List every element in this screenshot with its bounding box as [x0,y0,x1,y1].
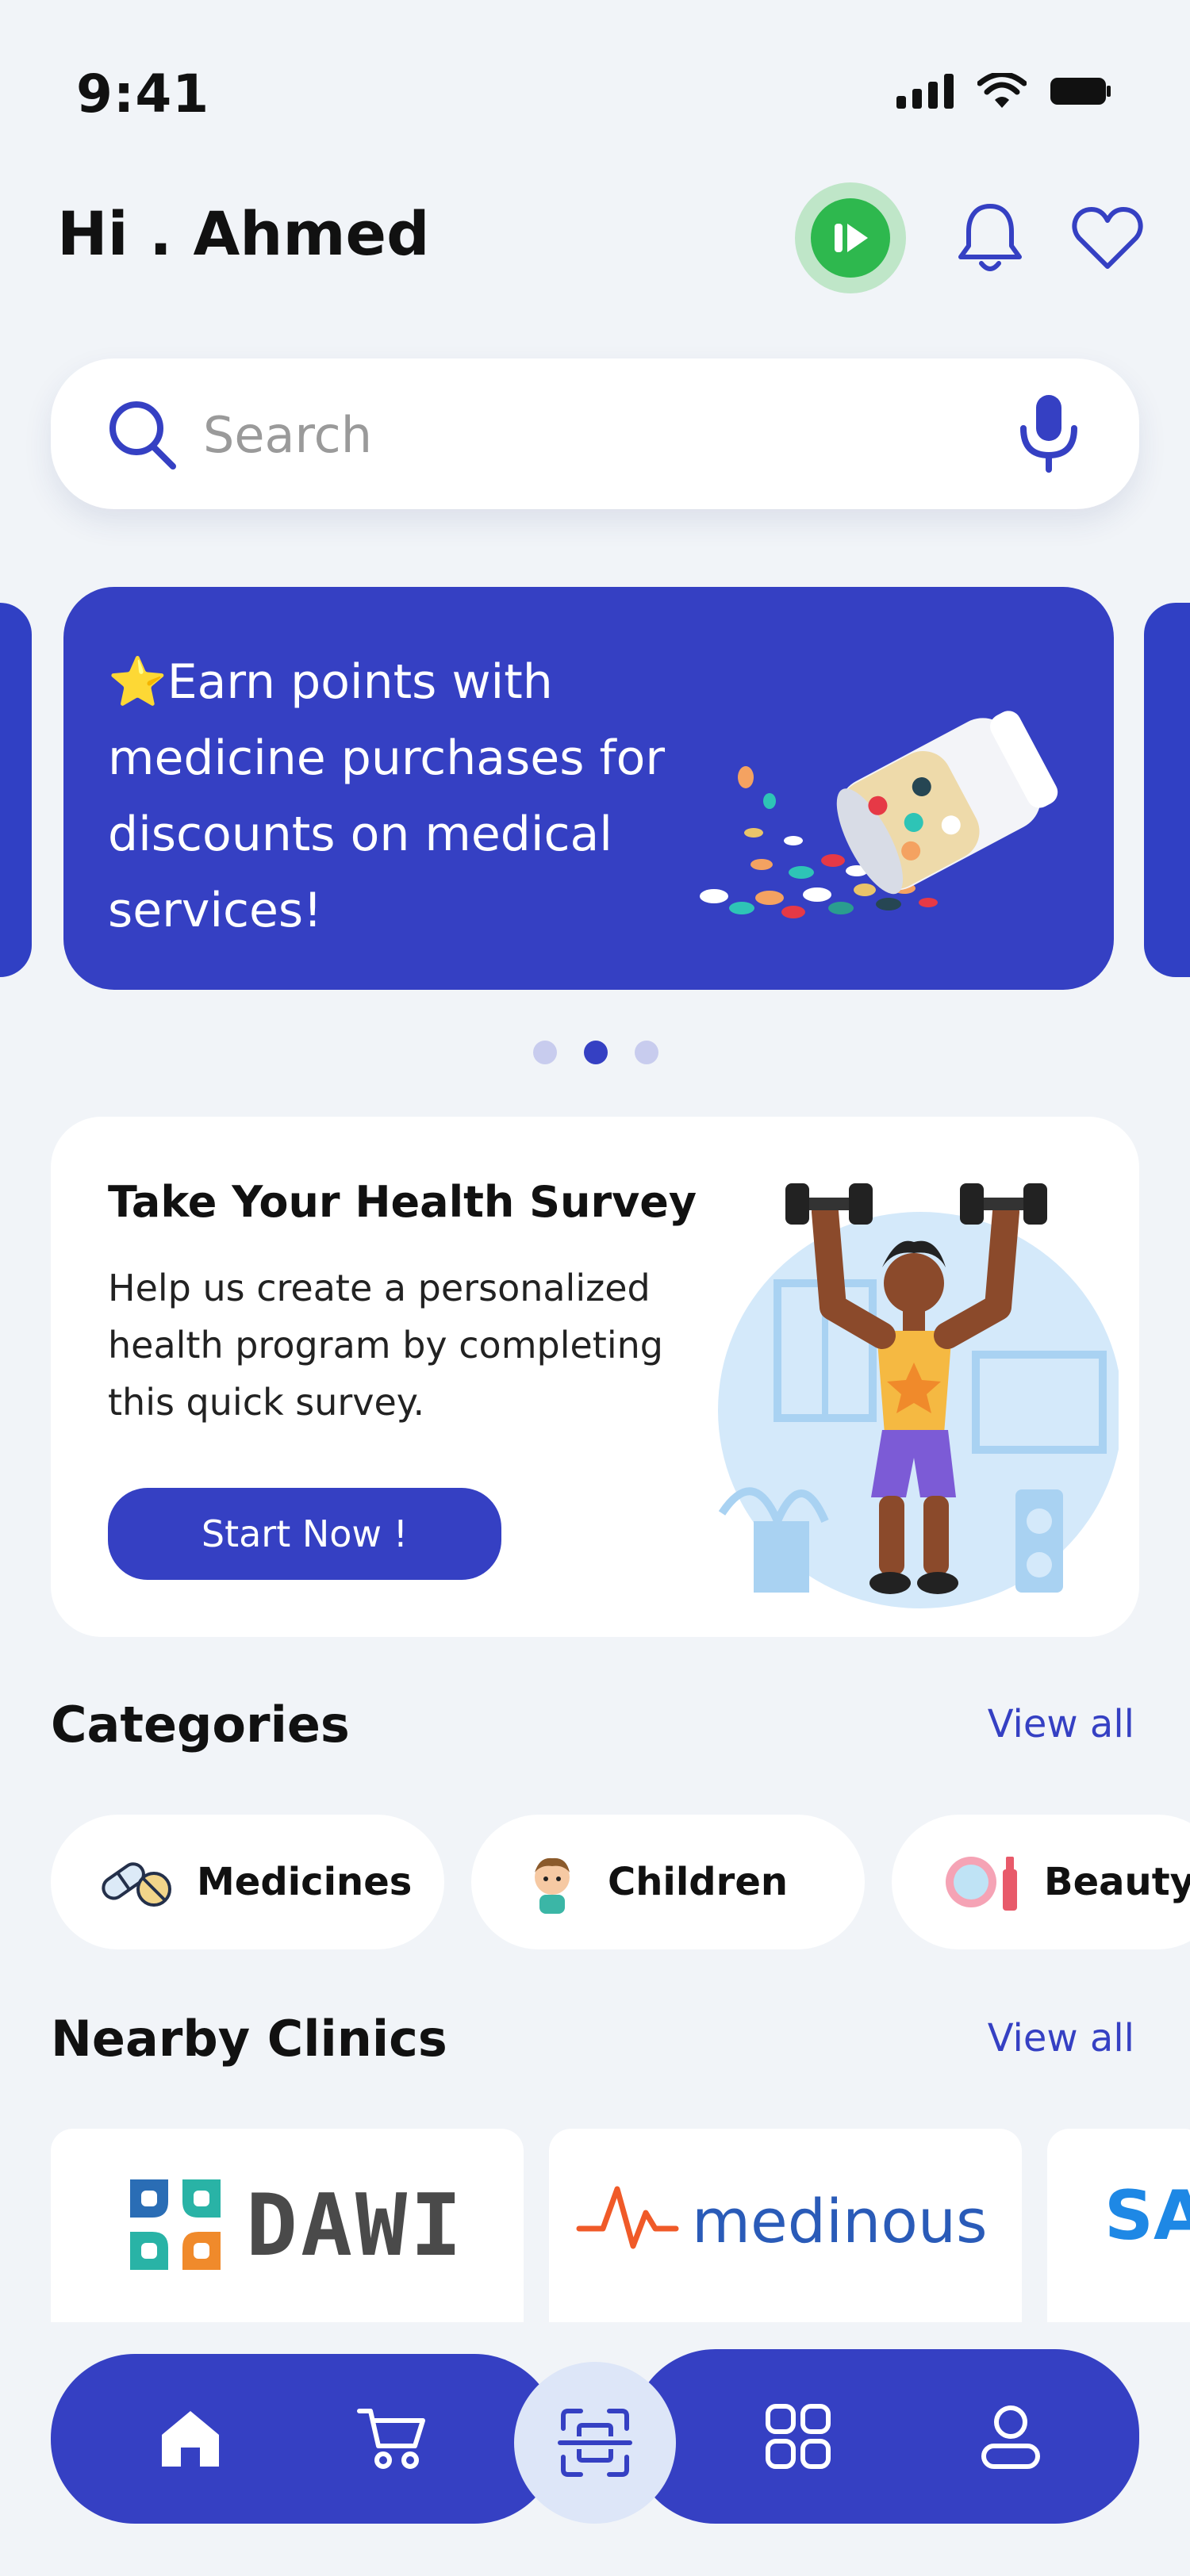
banner-text: ⭐Earn points with medicine purchases for… [108,654,666,938]
clinic-card-medinous[interactable]: medinous [549,2129,1022,2322]
category-label: Children [608,1860,789,1904]
beauty-icon [946,1857,1017,1911]
microphone-icon[interactable] [1017,393,1081,473]
status-time: 9:41 [76,63,210,125]
clinic-name: medinous [692,2186,988,2256]
play-icon [795,182,906,293]
carousel-dot-1[interactable] [533,1041,557,1064]
profile-icon [981,2405,1040,2469]
categories-title: Categories [51,1696,350,1754]
bottom-nav-left [51,2354,559,2524]
nav-categories[interactable] [750,2389,846,2484]
banner-prev-peek[interactable] [0,603,32,977]
category-chip-children[interactable]: Children [471,1815,865,1949]
signal-icon [896,74,954,109]
child-icon [535,1857,570,1914]
heart-icon [1072,207,1143,269]
nav-scan-button[interactable] [514,2362,676,2524]
nav-cart[interactable] [344,2390,440,2486]
clinics-title: Nearby Clinics [51,2010,447,2068]
clinics-view-all-link[interactable]: View all [988,2016,1134,2060]
scan-icon [558,2409,632,2477]
cart-icon [357,2409,425,2469]
pill-bottle-illustration [700,711,1058,918]
carousel-dot-3[interactable] [635,1041,658,1064]
banner-next-peek[interactable] [1144,603,1190,977]
start-survey-button[interactable]: Start Now ! [108,1488,501,1580]
carousel-dot-2[interactable] [584,1041,608,1064]
survey-title: Take Your Health Survey [108,1177,697,1227]
search-icon [109,401,176,470]
pills-icon [102,1862,171,1907]
fitness-illustration [718,1183,1119,1608]
category-chip-medicines[interactable]: Medicines [51,1815,444,1949]
clinic-card-sa[interactable]: SA [1047,2129,1190,2322]
notifications-button[interactable] [935,182,1046,293]
battery-icon [1050,78,1111,105]
greeting: Hi . Ahmed [57,198,430,269]
category-label: Beauty [1044,1860,1190,1904]
search-input[interactable] [202,390,998,479]
category-chip-beauty[interactable]: Beauty [892,1815,1190,1949]
dawi-logo-icon [130,2179,221,2270]
bell-icon [958,204,1022,271]
clinic-name: DAWI [246,2176,466,2275]
nav-home[interactable] [143,2390,238,2486]
star-icon: ⭐ [108,654,167,710]
clinic-name: SA [1104,2176,1190,2256]
status-icons [896,73,1111,109]
heartbeat-icon [576,2186,679,2249]
promo-banner[interactable]: ⭐Earn points with medicine purchases for… [63,587,1114,990]
grid-icon [766,2404,831,2469]
nav-profile[interactable] [963,2389,1058,2484]
play-toggle-button[interactable] [795,182,906,293]
categories-view-all-link[interactable]: View all [988,1702,1134,1746]
search-bar[interactable] [51,358,1139,509]
health-survey-card: Take Your Health Survey Help us create a… [51,1117,1139,1637]
category-label: Medicines [197,1860,413,1904]
wifi-icon [977,73,1027,108]
clinic-card-dawi[interactable]: DAWI [51,2129,524,2322]
survey-description: Help us create a personalized health pro… [108,1267,663,1424]
bottom-nav-right [631,2349,1139,2524]
home-icon [162,2411,219,2467]
favorites-button[interactable] [1052,182,1163,293]
